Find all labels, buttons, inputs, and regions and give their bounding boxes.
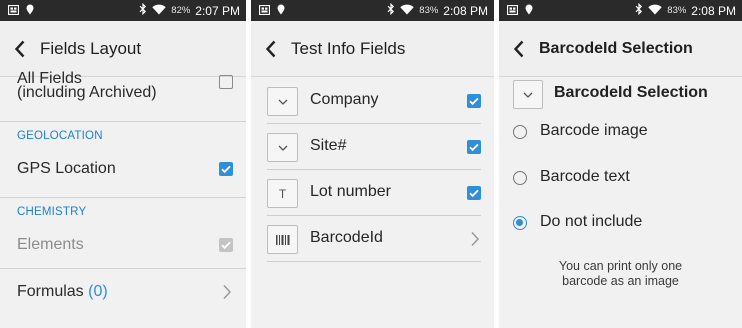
- gps-location-checkbox[interactable]: [219, 162, 233, 176]
- text-type-letter: T: [278, 186, 287, 201]
- divider: [0, 197, 246, 198]
- radio-button[interactable]: [513, 125, 527, 139]
- dropdown-icon: [267, 87, 298, 116]
- field-header[interactable]: BarcodeId Selection: [499, 78, 742, 114]
- option-barcode-text[interactable]: Barcode text: [499, 160, 742, 200]
- field-row-site[interactable]: Site#: [251, 124, 494, 170]
- chevron-right-icon: [223, 284, 232, 300]
- gps-location-label: GPS Location: [17, 160, 116, 177]
- field-label: Company: [310, 91, 379, 108]
- barcode-icon: [267, 225, 298, 254]
- elements-item: Elements: [0, 226, 246, 266]
- bluetooth-icon: [139, 2, 147, 18]
- location-pin-icon: [277, 4, 285, 18]
- notification-icon: [258, 4, 271, 18]
- dropdown-icon: [513, 80, 543, 109]
- location-pin-icon: [525, 4, 533, 18]
- fields-list: All Fields (including Archived) GEOLOCAT…: [0, 70, 246, 328]
- barcode-options: BarcodeId Selection Barcode image Barcod…: [499, 78, 742, 328]
- elements-label: Elements: [17, 236, 84, 253]
- bluetooth-icon: [387, 2, 395, 18]
- section-header-chemistry: CHEMISTRY: [17, 206, 87, 218]
- field-label: Site#: [310, 137, 347, 154]
- clock: 2:07 PM: [195, 3, 240, 18]
- option-do-not-include[interactable]: Do not include: [499, 205, 742, 245]
- battery-percent: 82%: [171, 5, 191, 16]
- battery-percent: 83%: [667, 5, 687, 16]
- option-label: Do not include: [540, 213, 643, 230]
- field-checkbox[interactable]: [467, 186, 481, 200]
- field-row-lot-number[interactable]: T Lot number: [251, 170, 494, 216]
- radio-button[interactable]: [513, 171, 527, 185]
- formulas-label-group: Formulas (0): [17, 283, 108, 301]
- field-checkbox[interactable]: [467, 140, 481, 154]
- field-row-barcodeid[interactable]: BarcodeId: [251, 216, 494, 262]
- status-bar: 82% 2:07 PM: [0, 0, 246, 21]
- clock: 2:08 PM: [443, 3, 488, 18]
- section-header-geolocation: GEOLOCATION: [17, 130, 103, 142]
- text-icon: T: [267, 179, 298, 208]
- app-bar: BarcodeId Selection: [499, 21, 742, 77]
- all-fields-checkbox[interactable]: [219, 75, 233, 89]
- page-title: Fields Layout: [40, 38, 142, 58]
- test-info-fields-screen: 83% 2:08 PM Test Info Fields Company Sit…: [251, 0, 494, 328]
- divider: [0, 268, 246, 269]
- divider: [267, 261, 481, 262]
- app-bar: Fields Layout: [0, 21, 246, 77]
- radio-button-selected[interactable]: [513, 216, 527, 230]
- wifi-icon: [152, 4, 166, 18]
- field-row-company[interactable]: Company: [251, 78, 494, 124]
- chevron-right-icon: [471, 231, 480, 247]
- note-line: You can print only one: [558, 259, 683, 273]
- all-fields-sublabel: (including Archived): [17, 84, 157, 101]
- back-arrow-icon[interactable]: [499, 21, 539, 77]
- formulas-count: (0): [88, 283, 108, 300]
- clock: 2:08 PM: [691, 3, 736, 18]
- app-bar: Test Info Fields: [251, 21, 494, 77]
- back-arrow-icon[interactable]: [0, 21, 40, 77]
- field-label: BarcodeId: [310, 229, 383, 246]
- dropdown-icon: [267, 133, 298, 162]
- elements-checkbox: [219, 238, 233, 252]
- page-title: Test Info Fields: [291, 38, 406, 58]
- wifi-icon: [400, 4, 414, 18]
- field-header-label: BarcodeId Selection: [554, 84, 708, 101]
- location-pin-icon: [26, 4, 34, 18]
- page-title: BarcodeId Selection: [539, 39, 693, 57]
- bluetooth-icon: [635, 2, 643, 18]
- notification-icon: [506, 4, 519, 18]
- divider: [0, 121, 246, 122]
- field-label: Lot number: [310, 183, 391, 200]
- note-line: barcode as an image: [562, 274, 679, 288]
- barcodeid-selection-screen: 83% 2:08 PM BarcodeId Selection BarcodeI…: [499, 0, 742, 328]
- field-checkbox[interactable]: [467, 94, 481, 108]
- fields-layout-screen: 82% 2:07 PM Fields Layout All Fields (in…: [0, 0, 246, 328]
- battery-percent: 83%: [419, 5, 439, 16]
- option-label: Barcode image: [540, 122, 648, 139]
- gps-location-item[interactable]: GPS Location: [0, 150, 246, 190]
- status-bar: 83% 2:08 PM: [499, 0, 742, 21]
- all-fields-item[interactable]: All Fields (including Archived): [0, 70, 246, 115]
- status-bar: 83% 2:08 PM: [251, 0, 494, 21]
- option-label: Barcode text: [540, 168, 630, 185]
- info-note: You can print only one barcode as an ima…: [499, 259, 742, 289]
- formulas-label: Formulas: [17, 283, 84, 300]
- formulas-item[interactable]: Formulas (0): [0, 275, 246, 315]
- option-barcode-image[interactable]: Barcode image: [499, 114, 742, 154]
- back-arrow-icon[interactable]: [251, 21, 291, 77]
- notification-icon: [7, 4, 20, 18]
- wifi-icon: [648, 4, 662, 18]
- test-info-list: Company Site# T Lot number BarcodeId: [251, 78, 494, 328]
